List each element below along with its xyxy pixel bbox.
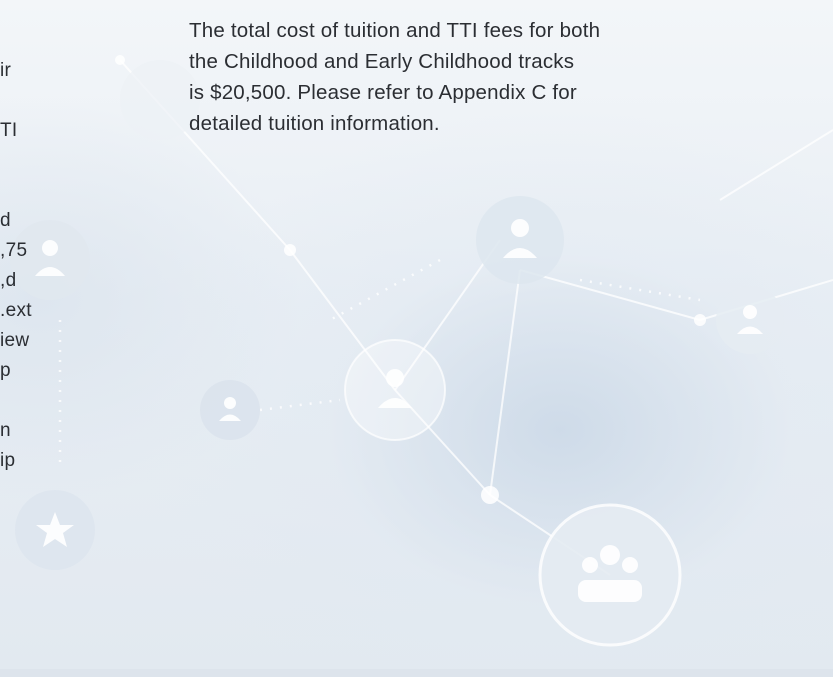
person-icon	[716, 286, 784, 354]
tuition-paragraph: The total cost of tuition and TTI fees f…	[189, 15, 779, 139]
left-fragment-line: p	[0, 360, 11, 381]
left-fragment-line	[0, 386, 72, 416]
person-icon	[120, 60, 200, 140]
paragraph-line: The total cost of tuition and TTI fees f…	[189, 19, 601, 42]
star-icon	[15, 490, 95, 570]
left-fragment-line: n	[0, 420, 11, 441]
left-fragment-line	[0, 176, 72, 206]
page-bottom-edge	[0, 669, 833, 677]
left-fragment-line	[0, 146, 72, 176]
left-fragment-line: d,	[0, 270, 17, 291]
group-icon	[538, 503, 682, 647]
left-fragment-line: ext.	[0, 300, 32, 321]
paragraph-line: is $20,500. Please refer to Appendix C f…	[189, 81, 577, 104]
paragraph-line: the Childhood and Early Childhood tracks	[189, 50, 575, 73]
person-icon	[476, 196, 564, 284]
left-fragment-line: iew	[0, 330, 30, 351]
paragraph-line: detailed tuition information.	[189, 112, 440, 135]
left-column-fragments: ir TI d 75, d, ext. iew p n ip	[0, 56, 72, 476]
left-fragment-line: d	[0, 210, 11, 231]
left-fragment-line: TI	[0, 120, 18, 141]
person-icon	[200, 380, 260, 440]
left-fragment-line: ir	[0, 60, 12, 81]
left-fragment-line: ip	[0, 450, 16, 471]
person-icon	[344, 339, 446, 441]
left-fragment-line: 75,	[0, 240, 28, 261]
left-fragment-line	[0, 86, 72, 116]
